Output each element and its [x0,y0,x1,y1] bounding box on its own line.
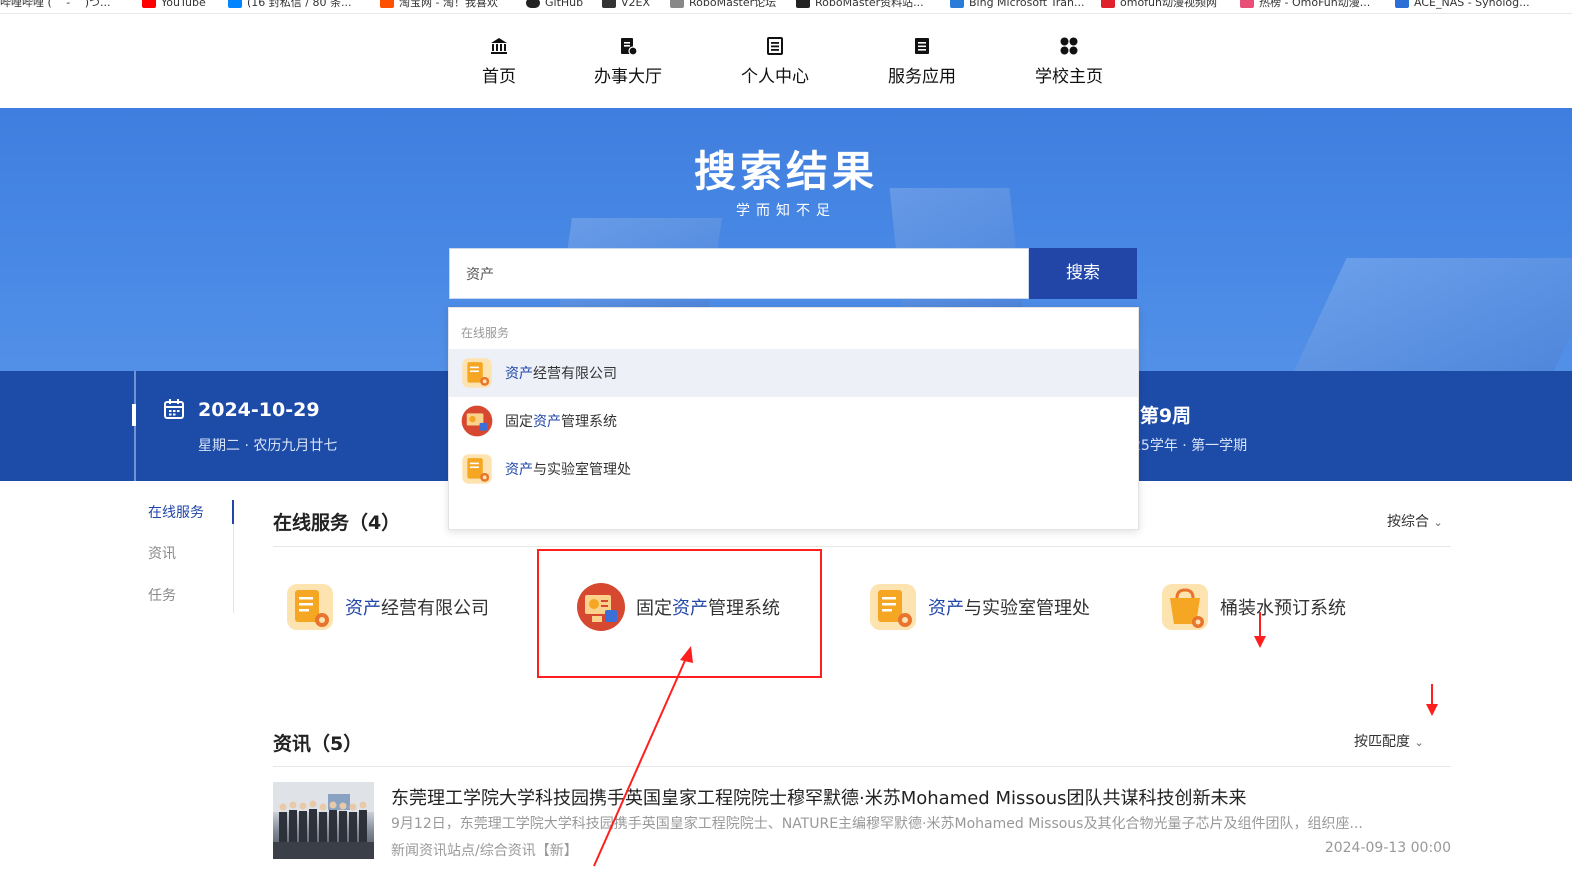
suggestion-label: 资产与实验室管理处 [505,462,631,478]
bookmark-item[interactable]: Bing Microsoft Tran... [950,0,1084,8]
bookmark-item[interactable]: omofun动漫视频网 [1101,0,1217,8]
service-label: 资产与实验室管理处 [928,598,1090,619]
asset-system-icon [461,405,493,437]
bookmark-item[interactable]: V2EX [602,0,650,8]
news-section-title: 资讯（5） [273,733,363,755]
services-section-title: 在线服务（4） [273,512,401,534]
search-input[interactable] [450,249,1028,298]
synology-icon [1395,0,1409,8]
personal-center-icon [720,36,830,58]
omofun-hot-icon [1240,0,1254,8]
v2ex-icon [602,0,616,8]
nav-service-hall[interactable]: 办事大厅 [573,36,683,87]
result-category-sidebar: 在线服务 资讯 任务 [148,500,234,613]
calendar-icon [163,398,185,420]
news-thumbnail [273,782,374,859]
news-date: 2024-09-13 00:00 [1324,840,1451,856]
news-item[interactable]: 东莞理工学院大学科技园携手英国皇家工程院院士穆罕默德·米苏Mohamed Mis… [273,782,1451,860]
service-card[interactable]: 固定资产管理系统 [576,580,780,634]
home-icon [444,36,554,58]
service-label: 资产经营有限公司 [345,598,489,619]
news-title[interactable]: 东莞理工学院大学科技园携手英国皇家工程院院士穆罕默德·米苏Mohamed Mis… [391,784,1247,810]
search-suggestions-dropdown: 在线服务 资产经营有限公司 固定资产管理系统 资产与实验室管理处 [448,307,1139,530]
nav-home[interactable]: 首页 [444,36,554,87]
suggestion-item[interactable]: 资产经营有限公司 [449,349,1138,397]
taobao-icon [380,0,394,8]
sidebar-item-news[interactable]: 资讯 [148,543,176,563]
bookmark-item[interactable]: 哔哩哔哩 ( ゜- ゜)つ... [0,0,111,8]
nav-school-home[interactable]: 学校主页 [1014,36,1124,87]
dropdown-header: 在线服务 [461,326,510,340]
search-button[interactable]: 搜索 [1029,248,1137,299]
lunar-date: 星期二 · 农历九月廿七 [198,438,338,454]
annotation-arrowhead [1426,704,1438,716]
school-home-icon [1014,36,1124,58]
section-divider [273,546,1451,547]
news-description: 9月12日，东莞理工学院大学科技园携手英国皇家工程院院士、NATURE主编穆罕默… [391,816,1363,832]
current-term: 25学年 · 第一学期 [1132,438,1248,454]
water-bag-icon [1160,582,1210,632]
service-label: 桶装水预订系统 [1220,598,1346,619]
service-app-icon [867,36,977,58]
page-title: 搜索结果 [693,147,878,196]
service-card[interactable]: 桶装水预订系统 [1160,580,1346,634]
service-card[interactable]: 资产与实验室管理处 [868,580,1090,634]
bookmark-item[interactable]: RoboMaster资料站... [796,0,924,8]
nav-personal-center[interactable]: 个人中心 [720,36,830,87]
youtube-icon [142,0,156,8]
nav-service-app[interactable]: 服务应用 [867,36,977,87]
section-divider [273,766,1451,767]
asset-system-icon [576,582,626,632]
active-indicator [232,500,234,524]
bing-translator-icon [950,0,964,8]
doc-gear-icon [461,357,493,389]
suggestion-label: 资产经营有限公司 [505,366,617,382]
search-box [449,248,1029,299]
page-subtitle: 学而知不足 [736,203,836,219]
sidebar-item-tasks[interactable]: 任务 [148,585,176,605]
doc-gear-icon [285,582,335,632]
bookmark-item[interactable]: RoboMaster论坛 [670,0,776,8]
doc-gear-icon [868,582,918,632]
github-icon [526,0,540,8]
current-week: -第9周 [1132,405,1192,427]
divider [134,371,136,481]
omofun-icon [1101,0,1115,8]
services-sort-dropdown[interactable]: 按综合 ⌄ [1387,511,1443,531]
robomaster-icon [670,0,684,8]
bookmark-item[interactable]: 淘宝网 - 淘！我喜欢 [380,0,498,8]
annotation-arrowhead [1254,636,1266,648]
bookmarks-bar: 哔哩哔哩 ( ゜- ゜)つ... YouTube (16 封私信 / 80 条.… [0,0,1572,14]
service-hall-icon [573,36,683,58]
current-date: 2024-10-29 [198,399,320,421]
service-card[interactable]: 资产经营有限公司 [285,580,489,634]
bookmark-item[interactable]: ACE_NAS - Synolog... [1395,0,1530,8]
bookmark-item[interactable]: YouTube [142,0,206,8]
robomaster-docs-icon [796,0,810,8]
service-label: 固定资产管理系统 [636,598,780,619]
bookmark-item[interactable]: (16 封私信 / 80 条... [228,0,351,8]
top-navigation: 首页 办事大厅 个人中心 服务应用 学校主页 [0,14,1572,108]
chevron-down-icon: ⌄ [1414,736,1424,749]
bookmark-item[interactable]: 热榜 - OmoFun动漫... [1240,0,1370,8]
suggestion-item[interactable]: 固定资产管理系统 [449,397,1138,445]
annotation-arrowhead [680,646,693,663]
news-sort-dropdown[interactable]: 按匹配度 ⌄ [1354,731,1424,751]
news-source: 新闻资讯站点/综合资讯【新】 [391,843,578,859]
divider-marker [132,404,136,426]
suggestion-label: 固定资产管理系统 [505,414,617,430]
chevron-down-icon: ⌄ [1433,516,1443,529]
doc-gear-icon [461,453,493,485]
suggestion-item[interactable]: 资产与实验室管理处 [449,445,1138,493]
bookmark-item[interactable]: GitHub [526,0,583,8]
sidebar-item-online-services[interactable]: 在线服务 [148,502,204,522]
zhihu-icon [228,0,242,8]
